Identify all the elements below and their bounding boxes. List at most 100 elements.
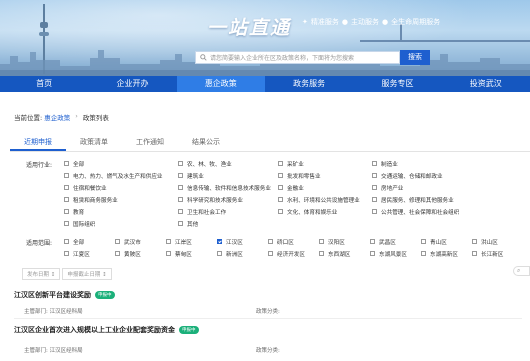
industry-option[interactable]: 采矿业 <box>278 159 372 168</box>
search-input[interactable]: 请您简要输入企业所在区及政策名称，下面将为您搜索 <box>195 51 400 64</box>
checkbox[interactable] <box>278 185 283 190</box>
checkbox[interactable] <box>115 239 120 244</box>
range-option[interactable]: 汉阳区 <box>319 237 370 246</box>
range-option[interactable]: 蔡甸区 <box>166 249 217 258</box>
checkbox[interactable] <box>64 161 69 166</box>
industry-option[interactable]: 租赁和商务服务业 <box>64 195 178 204</box>
industry-option[interactable]: 全部 <box>64 159 178 168</box>
checkbox[interactable] <box>178 197 183 202</box>
range-option[interactable]: 江岸区 <box>166 237 217 246</box>
range-option[interactable]: 青山区 <box>421 237 472 246</box>
policy-title[interactable]: 江汉区企业首次进入规模以上工业企业配套奖励资金 申报中 <box>14 325 530 335</box>
checkbox[interactable] <box>64 197 69 202</box>
range-option[interactable]: 经济开发区 <box>268 249 319 258</box>
tab-result-announce[interactable]: 结果公示 <box>178 134 234 151</box>
industry-option[interactable]: 建筑业 <box>178 171 278 180</box>
breadcrumb-link-policies[interactable]: 惠企政策 <box>44 112 70 122</box>
range-option[interactable]: 洪山区 <box>472 237 523 246</box>
nav-item-business-start[interactable]: 企业开办 <box>88 76 176 92</box>
tab-recent-apply[interactable]: 近期申报 <box>10 134 66 151</box>
industry-option[interactable]: 信息传输、软件和信息技术服务业 <box>178 183 278 192</box>
range-option[interactable]: 武昌区 <box>370 237 421 246</box>
range-option[interactable]: 东湖风景区 <box>370 249 421 258</box>
industry-option[interactable]: 制造业 <box>372 159 512 168</box>
industry-option[interactable]: 科学研究和技术服务业 <box>178 195 278 204</box>
checkbox[interactable] <box>278 197 283 202</box>
checkbox[interactable] <box>64 173 69 178</box>
industry-option[interactable]: 农、林、牧、渔业 <box>178 159 278 168</box>
checkbox[interactable] <box>421 239 426 244</box>
checkbox[interactable] <box>64 221 69 226</box>
industry-option[interactable]: 房地产业 <box>372 183 512 192</box>
industry-option[interactable]: 国际组织 <box>64 219 178 228</box>
nav-item-policies[interactable]: 惠企政策 <box>176 76 265 92</box>
checkbox[interactable] <box>372 173 377 178</box>
checkbox[interactable] <box>421 251 426 256</box>
range-option[interactable]: 武汉市 <box>115 237 166 246</box>
industry-option[interactable]: 水利、环境和公共设施管理业 <box>278 195 372 204</box>
checkbox[interactable] <box>178 185 183 190</box>
checkbox[interactable] <box>166 239 171 244</box>
range-option[interactable]: 全部 <box>64 237 115 246</box>
checkbox[interactable] <box>370 251 375 256</box>
industry-option[interactable]: 批发和零售业 <box>278 171 372 180</box>
list-search-input[interactable]: ⌕ <box>513 266 530 276</box>
checkbox[interactable] <box>278 161 283 166</box>
policy-title[interactable]: 江汉区创新平台建设奖励 申报中 <box>14 290 530 300</box>
checkbox[interactable] <box>319 251 324 256</box>
search-button[interactable]: 搜索 <box>400 50 430 65</box>
sort-publish-date-button[interactable]: 发布日期 ↕ <box>22 268 61 280</box>
checkbox[interactable] <box>64 239 69 244</box>
checkbox[interactable] <box>370 239 375 244</box>
policy-item[interactable]: 江汉区企业首次进入规模以上工业企业配套奖励资金 申报中 <box>14 325 530 335</box>
checkbox[interactable] <box>178 173 183 178</box>
policy-title-text[interactable]: 江汉区创新平台建设奖励 <box>14 290 91 300</box>
checkbox[interactable] <box>64 209 69 214</box>
sort-deadline-button[interactable]: 申报截止日期 ↕ <box>62 268 112 280</box>
checkbox[interactable] <box>178 209 183 214</box>
checkbox[interactable] <box>278 173 283 178</box>
industry-option[interactable]: 其他 <box>178 219 278 228</box>
range-option[interactable]: 东西湖区 <box>319 249 370 258</box>
checkbox[interactable] <box>472 239 477 244</box>
nav-item-invest-wuhan[interactable]: 投资武汉 <box>442 76 530 92</box>
checkbox[interactable] <box>178 161 183 166</box>
tab-policy-list[interactable]: 政策清单 <box>66 134 122 151</box>
industry-option[interactable]: 公共管理、社会保障和社会组织 <box>372 207 512 216</box>
range-option[interactable]: 长江新区 <box>472 249 523 258</box>
checkbox[interactable] <box>178 221 183 226</box>
industry-option[interactable]: 电力、热力、燃气及水生产和供应业 <box>64 171 178 180</box>
industry-option[interactable]: 教育 <box>64 207 178 216</box>
checkbox[interactable] <box>319 239 324 244</box>
policy-item[interactable]: 江汉区创新平台建设奖励 申报中 <box>14 290 530 300</box>
checkbox[interactable] <box>64 185 69 190</box>
checkbox[interactable] <box>166 251 171 256</box>
checkbox[interactable] <box>372 197 377 202</box>
policy-title-text[interactable]: 江汉区企业首次进入规模以上工业企业配套奖励资金 <box>14 325 175 335</box>
range-option[interactable]: 硚口区 <box>268 237 319 246</box>
nav-item-gov-services[interactable]: 政务服务 <box>265 76 353 92</box>
range-option[interactable]: 江夏区 <box>64 249 115 258</box>
industry-option[interactable]: 金融业 <box>278 183 372 192</box>
checkbox[interactable] <box>278 209 283 214</box>
range-option[interactable]: 黄陂区 <box>115 249 166 258</box>
range-option[interactable]: 新洲区 <box>217 249 268 258</box>
checkbox[interactable] <box>268 239 273 244</box>
checkbox[interactable] <box>217 239 222 244</box>
nav-item-service-zone[interactable]: 服务专区 <box>353 76 441 92</box>
checkbox[interactable] <box>268 251 273 256</box>
checkbox[interactable] <box>372 161 377 166</box>
industry-option[interactable]: 居民服务、修理和其他服务业 <box>372 195 512 204</box>
checkbox[interactable] <box>372 209 377 214</box>
industry-option[interactable]: 住宿和餐饮业 <box>64 183 178 192</box>
checkbox[interactable] <box>64 251 69 256</box>
range-option[interactable]: 江汉区 <box>217 237 268 246</box>
range-option[interactable]: 东湖高新区 <box>421 249 472 258</box>
checkbox[interactable] <box>217 251 222 256</box>
industry-option[interactable]: 卫生和社会工作 <box>178 207 278 216</box>
tab-work-notice[interactable]: 工作通知 <box>122 134 178 151</box>
industry-option[interactable]: 交通运输、仓储和邮政业 <box>372 171 512 180</box>
checkbox[interactable] <box>372 185 377 190</box>
nav-item-home[interactable]: 首页 <box>0 76 88 92</box>
industry-option[interactable]: 文化、体育和娱乐业 <box>278 207 372 216</box>
